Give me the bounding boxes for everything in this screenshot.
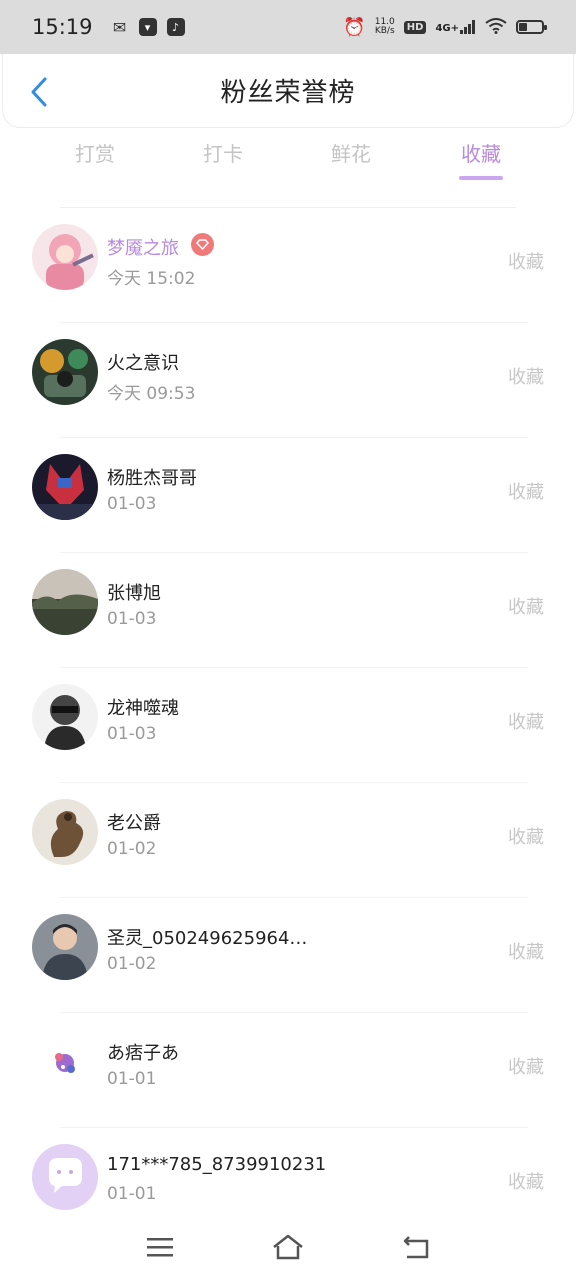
user-name: 圣灵_050249625964… [107,928,308,949]
user-name: 杨胜杰哥哥 [107,468,197,489]
user-name: 龙神噬魂 [107,698,179,719]
user-name: 梦魇之旅 [107,238,179,259]
list-item[interactable]: 梦魇之旅 今天 15:02 收藏 [0,208,576,323]
avatar[interactable] [32,224,98,290]
action-label: 收藏 [508,597,544,618]
action-label: 收藏 [508,252,544,273]
menu-button[interactable] [142,1230,178,1264]
page-title: 粉丝荣誉榜 [220,78,356,108]
hd-badge: HD [403,20,427,34]
avatar[interactable] [32,799,98,865]
header: 粉丝荣誉榜 [2,54,574,128]
list-item[interactable]: あ痞子あ 01-01 收藏 [0,1013,576,1128]
avatar[interactable] [32,684,98,750]
battery-icon [516,20,547,34]
action-label: 收藏 [508,712,544,733]
timestamp: 01-02 [107,839,157,859]
action-label: 收藏 [508,1172,544,1193]
status-bar: 15:19 ✉ ▾ ♪ ⏰ 11.0 KB/s HD 4G+ [0,0,576,54]
list-item[interactable]: 张博旭 01-03 收藏 [0,553,576,668]
user-name: あ痞子あ [107,1043,179,1064]
action-label: 收藏 [508,942,544,963]
avatar[interactable] [32,1144,98,1210]
list-item[interactable]: 圣灵_050249625964… 01-02 收藏 [0,898,576,1013]
user-name: 火之意识 [107,353,179,374]
tab-label: 鲜花 [331,142,371,166]
avatar[interactable] [32,569,98,635]
list-item[interactable]: 杨胜杰哥哥 01-03 收藏 [0,438,576,553]
avatar[interactable] [32,454,98,520]
timestamp: 01-03 [107,494,157,514]
action-label: 收藏 [508,482,544,503]
status-indicators: ⏰ 11.0 KB/s HD 4G+ [343,16,547,38]
timestamp: 今天 15:02 [107,269,196,289]
wechat-icon: ✉ [112,17,127,37]
alarm-icon: ⏰ [343,16,366,38]
user-name: 171***785_8739910231 [107,1154,327,1175]
tab-label: 打赏 [75,142,115,166]
chat-bubble-icon [32,1144,98,1210]
tab-reward[interactable]: 打赏 [75,138,115,190]
back-arrow-icon [31,77,47,107]
status-app-icons: ✉ ▾ ♪ [111,17,185,37]
tab-checkin[interactable]: 打卡 [203,138,243,190]
timestamp: 01-03 [107,609,157,629]
timestamp: 01-01 [107,1184,157,1204]
network-type: 4G+ [435,23,459,34]
menu-icon [147,1238,173,1257]
system-nav-bar [0,1216,576,1280]
home-icon [273,1234,303,1260]
wifi-icon [485,17,507,37]
tiktok-icon: ♪ [166,18,185,36]
timestamp: 01-01 [107,1069,157,1089]
list-item[interactable]: 老公爵 01-02 收藏 [0,783,576,898]
action-label: 收藏 [508,827,544,848]
status-time: 15:19 [32,15,93,39]
timestamp: 今天 09:53 [107,384,196,404]
back-button[interactable] [21,72,57,112]
tab-flowers[interactable]: 鲜花 [331,138,371,190]
signal-icon: 4G+ [435,20,476,34]
fan-list: 梦魇之旅 今天 15:02 收藏 火之意识 今天 09:53 收藏 杨胜杰哥哥 … [0,208,576,1243]
avatar[interactable] [32,914,98,980]
net-speed: 11.0 KB/s [375,18,395,36]
action-label: 收藏 [508,1057,544,1078]
avatar[interactable] [32,339,98,405]
user-name: 张博旭 [107,583,161,604]
mail-icon: ▾ [138,18,157,36]
diamond-icon [191,233,214,256]
list-item[interactable]: 火之意识 今天 09:53 收藏 [0,323,576,438]
avatar[interactable] [32,1029,98,1095]
home-button[interactable] [270,1230,306,1264]
action-label: 收藏 [508,367,544,388]
back-nav-icon [403,1236,429,1259]
list-item[interactable]: 龙神噬魂 01-03 收藏 [0,668,576,783]
back-nav-button[interactable] [398,1230,434,1264]
tab-label: 打卡 [203,142,243,166]
tab-favorites[interactable]: 收藏 [459,138,503,190]
tab-label: 收藏 [461,142,501,166]
tab-bar: 打赏 打卡 鲜花 收藏 [0,138,576,190]
timestamp: 01-03 [107,724,157,744]
net-speed-unit: KB/s [374,26,395,36]
user-name: 老公爵 [107,813,161,834]
tab-active-indicator [459,176,503,180]
timestamp: 01-02 [107,954,157,974]
